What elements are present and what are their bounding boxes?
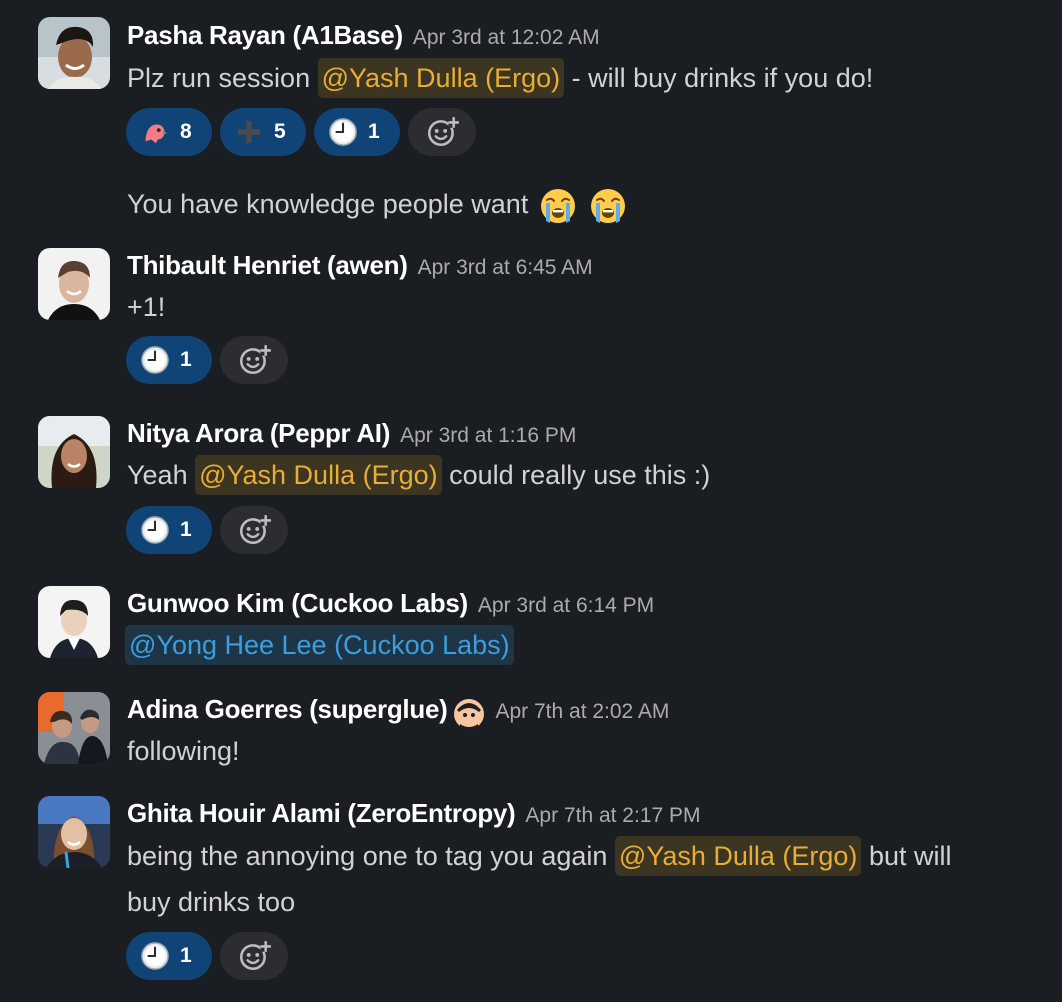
message-text-after: could really use this :) (449, 460, 711, 490)
reaction-pill[interactable]: 8 (126, 108, 212, 156)
plus-icon (234, 117, 264, 147)
message-text-before: Plz run session (127, 63, 311, 93)
loudly-crying-face-icon (588, 186, 628, 226)
reaction-count: 5 (274, 120, 286, 143)
reaction-pill[interactable]: 1 (126, 932, 212, 980)
message-text: +1! (127, 292, 166, 322)
add-reaction-icon (425, 115, 459, 149)
message-feed: Pasha Rayan (A1Base) Apr 3rd at 12:02 AM … (0, 0, 1062, 1002)
reactions-bar: 8 5 1 (126, 108, 476, 156)
reaction-pill[interactable]: 1 (126, 336, 212, 384)
clock-icon (140, 941, 170, 971)
user-mention[interactable]: @Yong Hee Lee (Cuckoo Labs) (125, 625, 514, 665)
custom-status-icon[interactable] (453, 698, 485, 730)
reaction-pill[interactable]: 1 (126, 506, 212, 554)
message-header: Ghita Houir Alami (ZeroEntropy) Apr 7th a… (127, 797, 701, 829)
avatar[interactable] (38, 17, 110, 89)
avatar[interactable] (38, 796, 110, 868)
avatar[interactable] (38, 586, 110, 658)
reaction-count: 1 (368, 120, 380, 143)
timestamp[interactable]: Apr 3rd at 1:16 PM (400, 424, 576, 447)
reactions-bar: 1 (126, 506, 288, 554)
add-reaction-icon (237, 939, 271, 973)
reactions-bar: 1 (126, 932, 288, 980)
message-header: Adina Goerres (superglue) Apr 7th at 2:02… (127, 693, 669, 725)
reaction-count: 1 (180, 518, 192, 541)
timestamp[interactable]: Apr 7th at 2:02 AM (495, 700, 669, 723)
timestamp[interactable]: Apr 3rd at 12:02 AM (413, 26, 600, 49)
user-mention[interactable]: @Yash Dulla (Ergo) (195, 455, 442, 495)
message-text: @Yong Hee Lee (Cuckoo Labs) (125, 625, 514, 665)
message-header: Thibault Henriet (awen) Apr 3rd at 6:45 A… (127, 249, 593, 281)
clock-icon (328, 117, 358, 147)
message-text: following! (127, 736, 240, 766)
reaction-pill[interactable]: 5 (220, 108, 306, 156)
message-text-line2: buy drinks too (127, 887, 296, 917)
add-reaction-button[interactable] (220, 336, 288, 384)
message-text-before: being the annoying one to tag you again (127, 841, 608, 871)
reaction-count: 1 (180, 348, 192, 371)
user-mention[interactable]: @Yash Dulla (Ergo) (317, 58, 565, 98)
author-name[interactable]: Pasha Rayan (A1Base) (127, 20, 403, 50)
message-text-after: - will buy drinks if you do! (571, 63, 874, 93)
avatar[interactable] (38, 416, 110, 488)
message-header: Nitya Arora (Peppr AI) Apr 3rd at 1:16 PM (127, 417, 576, 449)
timestamp[interactable]: Apr 3rd at 6:45 AM (418, 256, 593, 279)
reaction-count: 1 (180, 944, 192, 967)
message-text: Plz run session @Yash Dulla (Ergo) - wil… (127, 58, 873, 98)
message-text: Yeah @Yash Dulla (Ergo) could really use… (127, 455, 710, 495)
user-mention[interactable]: @Yash Dulla (Ergo) (614, 836, 862, 876)
reaction-count: 8 (180, 120, 192, 143)
timestamp[interactable]: Apr 7th at 2:17 PM (525, 804, 700, 827)
add-reaction-icon (237, 513, 271, 547)
message-text-before: Yeah (127, 460, 188, 490)
add-reaction-button[interactable] (220, 506, 288, 554)
avatar[interactable] (38, 692, 110, 764)
add-reaction-icon (237, 343, 271, 377)
loudly-crying-face-icon (538, 186, 578, 226)
message-header: Pasha Rayan (A1Base) Apr 3rd at 12:02 AM (127, 19, 600, 51)
author-name[interactable]: Thibault Henriet (awen) (127, 250, 408, 280)
reactions-bar: 1 (126, 336, 288, 384)
clock-icon (140, 515, 170, 545)
message-text: being the annoying one to tag you again … (127, 836, 951, 876)
author-name[interactable]: Nitya Arora (Peppr AI) (127, 418, 390, 448)
message-header: Gunwoo Kim (Cuckoo Labs) Apr 3rd at 6:14 … (127, 587, 654, 619)
add-reaction-button[interactable] (408, 108, 476, 156)
followup-text: You have knowledge people want (127, 189, 529, 219)
party-parrot-icon (140, 117, 170, 147)
timestamp[interactable]: Apr 3rd at 6:14 PM (478, 594, 654, 617)
author-name[interactable]: Ghita Houir Alami (ZeroEntropy) (127, 798, 516, 828)
reaction-pill[interactable]: 1 (314, 108, 400, 156)
avatar[interactable] (38, 248, 110, 320)
add-reaction-button[interactable] (220, 932, 288, 980)
author-name[interactable]: Adina Goerres (superglue) (127, 694, 448, 724)
message-text-after: but will (868, 841, 952, 871)
message-followup: You have knowledge people want (127, 184, 628, 226)
clock-icon (140, 345, 170, 375)
author-name[interactable]: Gunwoo Kim (Cuckoo Labs) (127, 588, 468, 618)
